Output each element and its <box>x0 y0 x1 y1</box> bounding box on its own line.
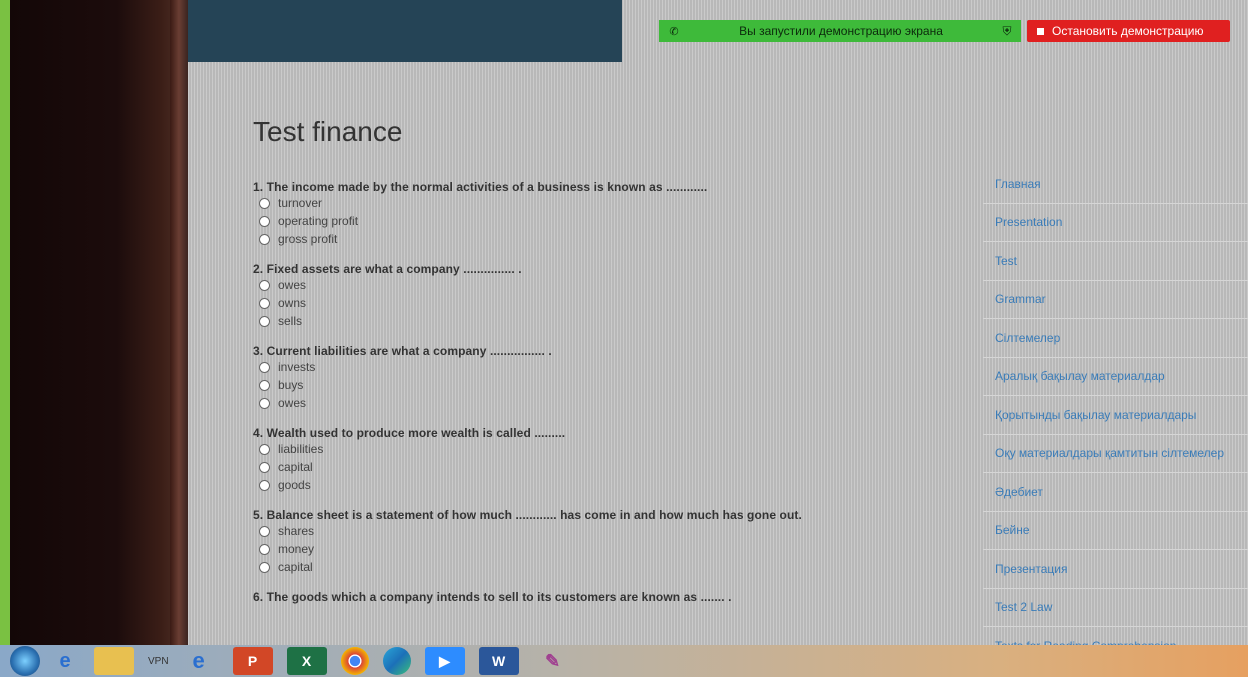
sidebar-nav-link[interactable]: Бейне <box>983 512 1248 550</box>
question-3: 3. Current liabilities are what a compan… <box>253 344 953 412</box>
radio-button[interactable] <box>259 361 270 373</box>
shield-icon[interactable]: ⛨ <box>993 24 1021 39</box>
question-5: 5. Balance sheet is a statement of how m… <box>253 508 953 576</box>
answer-option[interactable]: sells <box>259 312 953 330</box>
question-4: 4. Wealth used to produce more wealth is… <box>253 426 953 494</box>
left-decor-panel <box>10 0 188 645</box>
page-title: Test finance <box>253 116 403 147</box>
answer-option-label: owes <box>278 278 307 292</box>
answer-option[interactable]: invests <box>259 358 953 376</box>
answer-option[interactable]: capital <box>259 458 953 476</box>
radio-button[interactable] <box>259 315 270 327</box>
sidebar-nav-link[interactable]: Главная <box>983 165 1248 204</box>
sidebar-nav-link[interactable]: Presentation <box>983 204 1248 242</box>
answer-option[interactable]: goods <box>259 476 953 494</box>
answer-option-label: turnover <box>278 196 323 210</box>
answer-option-label: goods <box>278 478 311 492</box>
answer-option[interactable]: buys <box>259 376 953 394</box>
sidebar-nav-link[interactable]: Test 2 Law <box>983 589 1248 627</box>
chrome-icon[interactable] <box>340 647 369 675</box>
question-text: 3. Current liabilities are what a compan… <box>253 344 552 358</box>
powerpoint-icon[interactable]: P <box>232 647 273 675</box>
answer-option-label: money <box>278 542 315 556</box>
stop-share-label: Остановить демонстрацию <box>1052 24 1204 38</box>
sidebar-nav-link[interactable]: Test <box>983 242 1248 281</box>
radio-button[interactable] <box>259 379 270 391</box>
answer-option-label: owes <box>278 396 307 410</box>
radio-button[interactable] <box>259 233 270 245</box>
answer-option-label: owns <box>278 296 307 310</box>
radio-button[interactable] <box>259 279 270 291</box>
answer-option[interactable]: capital <box>259 558 953 576</box>
sidebar-nav-link[interactable]: Сілтемелер <box>983 319 1248 358</box>
word-icon[interactable]: W <box>478 647 519 675</box>
quiz-questions: 1. The income made by the normal activit… <box>253 180 953 618</box>
radio-button[interactable] <box>259 397 270 409</box>
edge-legacy-icon[interactable]: e <box>179 647 219 675</box>
radio-button[interactable] <box>259 443 270 455</box>
sidebar-nav-link[interactable]: Қорытынды бақылау материалдары <box>983 396 1248 435</box>
vpn-label: VPN <box>148 655 169 667</box>
zoom-icon[interactable]: ▶ <box>424 647 465 675</box>
answer-option-label: liabilities <box>278 442 324 456</box>
answer-option[interactable]: owes <box>259 394 953 412</box>
radio-button[interactable] <box>259 461 270 473</box>
answer-option[interactable]: liabilities <box>259 440 953 458</box>
site-header-bar <box>188 0 622 62</box>
window-edge-accent <box>0 0 10 645</box>
sidebar-nav: Главная Presentation Test Grammar Сілтемелер… <box>983 165 1248 666</box>
answer-option-label: buys <box>278 378 304 392</box>
screen-share-message: Вы запустили демонстрацию экрана <box>739 24 943 38</box>
radio-button[interactable] <box>259 297 270 309</box>
sidebar-nav-link[interactable]: Презентация <box>983 550 1248 589</box>
stop-share-button[interactable]: Остановить демонстрацию <box>1027 20 1230 42</box>
answer-option-label: capital <box>278 460 313 474</box>
answer-option[interactable]: owns <box>259 294 953 312</box>
answer-option-label: invests <box>278 360 316 374</box>
radio-button[interactable] <box>259 197 270 209</box>
stop-icon <box>1037 27 1044 35</box>
sidebar-nav-link[interactable]: Аралық бақылау материалдар <box>983 358 1248 396</box>
answer-option[interactable]: owes <box>259 276 953 294</box>
question-1: 1. The income made by the normal activit… <box>253 180 953 248</box>
question-text: 6. The goods which a company intends to … <box>253 590 732 604</box>
start-button[interactable] <box>10 646 40 676</box>
sidebar-nav-link[interactable]: Оқу материалдары қамтитын сілтемелер <box>983 435 1248 473</box>
windows-taskbar: e VPN e P X ▶ W ✎ <box>0 645 1248 677</box>
answer-option[interactable]: turnover <box>259 194 953 212</box>
answer-option-label: gross profit <box>278 232 338 246</box>
radio-button[interactable] <box>259 215 270 227</box>
paint-icon[interactable]: ✎ <box>533 647 573 675</box>
phone-icon: ✆ <box>669 25 679 38</box>
sidebar-nav-link[interactable]: Grammar <box>983 281 1248 319</box>
answer-option-label: operating profit <box>278 214 359 228</box>
radio-button[interactable] <box>259 525 270 537</box>
question-text: 5. Balance sheet is a statement of how m… <box>253 508 802 522</box>
answer-option-label: shares <box>278 524 315 538</box>
question-text: 2. Fixed assets are what a company .....… <box>253 262 522 276</box>
answer-option[interactable]: shares <box>259 522 953 540</box>
question-2: 2. Fixed assets are what a company .....… <box>253 262 953 330</box>
answer-option[interactable]: gross profit <box>259 230 953 248</box>
screen-share-banner: ✆ Вы запустили демонстрацию экрана ⛨ <box>659 20 1021 42</box>
answer-option[interactable]: operating profit <box>259 212 953 230</box>
edge-icon[interactable] <box>382 647 411 675</box>
question-text: 1. The income made by the normal activit… <box>253 180 708 194</box>
radio-button[interactable] <box>259 543 270 555</box>
excel-icon[interactable]: X <box>286 647 327 675</box>
ie-icon[interactable]: e <box>50 647 80 675</box>
question-6: 6. The goods which a company intends to … <box>253 590 953 604</box>
question-text: 4. Wealth used to produce more wealth is… <box>253 426 566 440</box>
sidebar-nav-link[interactable]: Әдебиет <box>983 473 1248 512</box>
answer-option-label: capital <box>278 560 313 574</box>
answer-option[interactable]: money <box>259 540 953 558</box>
folder-icon[interactable] <box>94 647 134 675</box>
answer-option-label: sells <box>278 314 303 328</box>
radio-button[interactable] <box>259 479 270 491</box>
radio-button[interactable] <box>259 561 270 573</box>
